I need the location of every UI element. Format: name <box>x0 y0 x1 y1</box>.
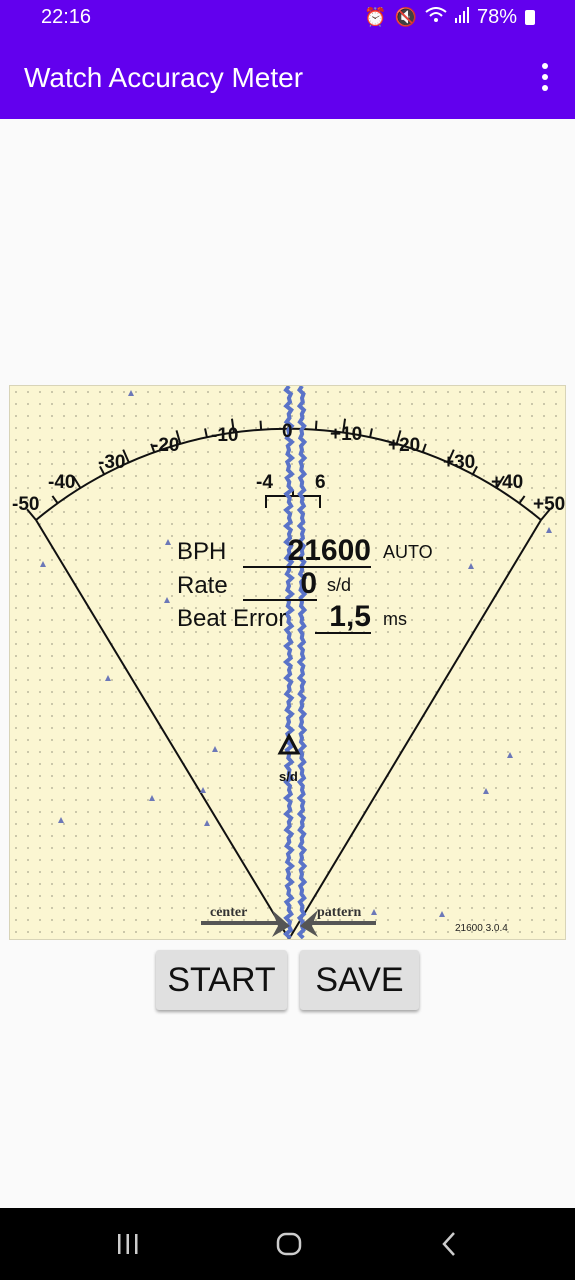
scale-label: +20 <box>388 435 420 456</box>
scale-label: +30 <box>443 452 475 473</box>
scale-label: -10 <box>211 425 238 446</box>
alarm-icon: ⏰ <box>364 7 387 27</box>
scale-label: +50 <box>533 494 565 515</box>
inner-scale-label: 6 <box>315 472 326 493</box>
app-title: Watch Accuracy Meter <box>24 62 304 93</box>
scale-label: -20 <box>152 435 179 456</box>
rate-unit: s/d <box>327 575 352 595</box>
scale-label: -40 <box>48 472 75 493</box>
bph-value: 21600 <box>243 536 371 568</box>
rate-value: 0 <box>243 569 317 601</box>
signal-icon <box>454 7 469 28</box>
wifi-icon <box>425 7 447 28</box>
status-time: 22:16 <box>41 6 92 28</box>
scale-label: -50 <box>12 494 39 515</box>
status-bar: 22:16 ⏰ 🔇 78% <box>0 0 575 35</box>
scale-label: +10 <box>330 424 362 445</box>
pointer-unit: s/d <box>279 769 298 784</box>
bph-label: BPH <box>177 538 227 565</box>
recent-apps-icon[interactable] <box>115 1230 141 1258</box>
home-icon[interactable] <box>275 1230 303 1258</box>
save-button[interactable]: SAVE <box>300 950 419 1010</box>
scale-tick <box>259 420 263 430</box>
accuracy-meter: -50 -40 -30 -20 -10 0 +10 +20 +30 +40 +5… <box>9 385 566 940</box>
battery-level: 78% <box>476 6 517 28</box>
back-icon[interactable] <box>438 1230 462 1258</box>
beat-error-label: Beat Error <box>177 605 287 632</box>
app-bar: Watch Accuracy Meter <box>0 35 575 119</box>
pattern-label: pattern <box>317 905 362 920</box>
status-icons: ⏰ 🔇 78% <box>364 6 535 29</box>
start-button[interactable]: START <box>156 950 287 1010</box>
inner-scale-label: -4 <box>256 472 273 493</box>
scale-label: 0 <box>282 421 293 442</box>
scale-label: +40 <box>491 472 523 493</box>
navigation-bar <box>0 1208 575 1280</box>
version-label: 21600 3.0.4 <box>455 923 508 934</box>
meter-graphic: -50 -40 -30 -20 -10 0 +10 +20 +30 +40 +5… <box>10 386 565 939</box>
center-label: center <box>210 905 247 920</box>
bph-mode: AUTO <box>383 542 433 562</box>
scale-label: -30 <box>98 452 125 473</box>
scale-tick <box>314 420 318 430</box>
beat-error-unit: ms <box>383 609 407 629</box>
battery-icon <box>525 10 535 25</box>
overflow-menu-icon[interactable] <box>539 63 551 91</box>
beat-error-value: 1,5 <box>315 602 371 634</box>
rate-label: Rate <box>177 572 228 599</box>
action-buttons: START SAVE <box>156 950 419 1010</box>
mute-icon: 🔇 <box>394 7 417 27</box>
